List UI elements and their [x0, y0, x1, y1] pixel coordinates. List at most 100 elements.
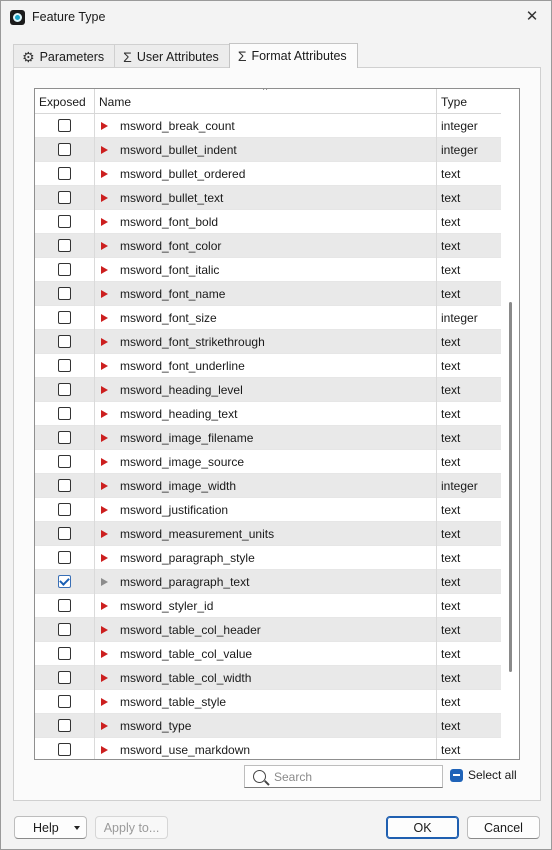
- exposed-checkbox[interactable]: [58, 239, 71, 252]
- attribute-arrow-icon: [101, 553, 108, 562]
- tab-user-attributes[interactable]: Σ User Attributes: [114, 44, 230, 68]
- search-box[interactable]: [244, 765, 443, 788]
- attribute-type: text: [441, 526, 461, 541]
- exposed-checkbox[interactable]: [58, 359, 71, 372]
- exposed-checkbox[interactable]: [58, 383, 71, 396]
- attribute-arrow-icon: [101, 385, 108, 394]
- table-row[interactable]: msword_table_style text: [35, 689, 502, 714]
- table-row[interactable]: msword_use_markdown text: [35, 737, 502, 759]
- tab-bar: ⚙ Parameters Σ User Attributes Σ Format …: [13, 43, 358, 68]
- vertical-scrollbar[interactable]: [501, 89, 519, 759]
- exposed-checkbox[interactable]: [58, 695, 71, 708]
- exposed-cell: [35, 137, 95, 162]
- apply-to-button[interactable]: Apply to...: [95, 816, 168, 839]
- table-row[interactable]: msword_styler_id text: [35, 593, 502, 618]
- table-row[interactable]: msword_font_strikethrough text: [35, 329, 502, 354]
- exposed-checkbox[interactable]: [58, 527, 71, 540]
- attribute-name: msword_heading_text: [120, 406, 238, 421]
- column-header-name[interactable]: ^ Name: [95, 89, 437, 114]
- table-row[interactable]: msword_image_source text: [35, 449, 502, 474]
- attribute-name: msword_font_size: [120, 310, 217, 325]
- exposed-checkbox[interactable]: [58, 623, 71, 636]
- attribute-type: text: [441, 382, 461, 397]
- table-row[interactable]: msword_paragraph_style text: [35, 545, 502, 570]
- attribute-name: msword_use_markdown: [120, 742, 251, 757]
- exposed-checkbox[interactable]: [58, 503, 71, 516]
- attribute-arrow-icon: [101, 625, 108, 634]
- table-row[interactable]: msword_font_size integer: [35, 305, 502, 330]
- close-button[interactable]: ✕: [517, 3, 547, 29]
- attribute-name: msword_table_col_width: [120, 670, 252, 685]
- table-row[interactable]: msword_paragraph_text text: [35, 569, 502, 594]
- column-header-type[interactable]: Type: [437, 89, 502, 114]
- exposed-checkbox[interactable]: [58, 335, 71, 348]
- exposed-checkbox[interactable]: [58, 743, 71, 756]
- exposed-checkbox[interactable]: [58, 287, 71, 300]
- table-row[interactable]: msword_break_count integer: [35, 113, 502, 138]
- exposed-checkbox[interactable]: [58, 191, 71, 204]
- attribute-name: msword_font_italic: [120, 262, 220, 277]
- exposed-checkbox[interactable]: [58, 647, 71, 660]
- exposed-checkbox[interactable]: [58, 143, 71, 156]
- gear-icon: ⚙: [22, 48, 35, 65]
- table-row[interactable]: msword_heading_text text: [35, 401, 502, 426]
- table-row[interactable]: msword_heading_level text: [35, 377, 502, 402]
- table-row[interactable]: msword_measurement_units text: [35, 521, 502, 546]
- select-all-checkbox[interactable]: Select all: [450, 768, 517, 782]
- search-input[interactable]: [274, 769, 434, 784]
- table-row[interactable]: msword_type text: [35, 713, 502, 738]
- select-all-label: Select all: [468, 768, 517, 782]
- name-cell: msword_font_size: [95, 305, 437, 330]
- exposed-checkbox[interactable]: [58, 479, 71, 492]
- exposed-checkbox[interactable]: [58, 551, 71, 564]
- table-row[interactable]: msword_font_bold text: [35, 209, 502, 234]
- exposed-checkbox[interactable]: [58, 431, 71, 444]
- table-row[interactable]: msword_image_filename text: [35, 425, 502, 450]
- exposed-checkbox[interactable]: [58, 263, 71, 276]
- exposed-checkbox[interactable]: [58, 215, 71, 228]
- table-row[interactable]: msword_bullet_indent integer: [35, 137, 502, 162]
- attribute-arrow-icon: [101, 697, 108, 706]
- exposed-checkbox[interactable]: [58, 575, 71, 588]
- ok-button[interactable]: OK: [386, 816, 459, 839]
- exposed-checkbox[interactable]: [58, 599, 71, 612]
- exposed-checkbox[interactable]: [58, 167, 71, 180]
- attribute-name: msword_font_color: [120, 238, 222, 253]
- tab-label: Parameters: [39, 49, 105, 64]
- table-row[interactable]: msword_font_color text: [35, 233, 502, 258]
- exposed-checkbox[interactable]: [58, 671, 71, 684]
- attribute-name: msword_bullet_ordered: [120, 166, 246, 181]
- table-row[interactable]: msword_justification text: [35, 497, 502, 522]
- table-row[interactable]: msword_image_width integer: [35, 473, 502, 498]
- tab-parameters[interactable]: ⚙ Parameters: [13, 44, 116, 68]
- column-header-exposed[interactable]: Exposed: [35, 89, 95, 114]
- attribute-type: text: [441, 190, 461, 205]
- table-row[interactable]: msword_font_underline text: [35, 353, 502, 378]
- exposed-checkbox[interactable]: [58, 119, 71, 132]
- table-row[interactable]: msword_font_name text: [35, 281, 502, 306]
- exposed-checkbox[interactable]: [58, 311, 71, 324]
- scroll-thumb[interactable]: [509, 302, 512, 672]
- name-cell: msword_paragraph_text: [95, 569, 437, 594]
- name-cell: msword_font_underline: [95, 353, 437, 378]
- exposed-checkbox[interactable]: [58, 455, 71, 468]
- table-row[interactable]: msword_bullet_ordered text: [35, 161, 502, 186]
- attribute-arrow-icon: [101, 145, 108, 154]
- exposed-checkbox[interactable]: [58, 719, 71, 732]
- table-row[interactable]: msword_bullet_text text: [35, 185, 502, 210]
- help-button[interactable]: Help: [14, 816, 87, 839]
- cancel-button[interactable]: Cancel: [467, 816, 540, 839]
- attribute-arrow-icon: [101, 745, 108, 754]
- table-row[interactable]: msword_table_col_width text: [35, 665, 502, 690]
- attribute-type: text: [441, 358, 461, 373]
- table-row[interactable]: msword_table_col_value text: [35, 641, 502, 666]
- exposed-cell: [35, 497, 95, 522]
- attribute-arrow-icon: [101, 289, 108, 298]
- help-label: Help: [33, 820, 59, 835]
- table-row[interactable]: msword_font_italic text: [35, 257, 502, 282]
- tab-format-attributes[interactable]: Σ Format Attributes: [228, 43, 358, 68]
- table-row[interactable]: msword_table_col_header text: [35, 617, 502, 642]
- format-attributes-panel: Exposed ^ Name Type msword_break_count in…: [13, 67, 541, 801]
- attribute-arrow-icon: [101, 601, 108, 610]
- exposed-checkbox[interactable]: [58, 407, 71, 420]
